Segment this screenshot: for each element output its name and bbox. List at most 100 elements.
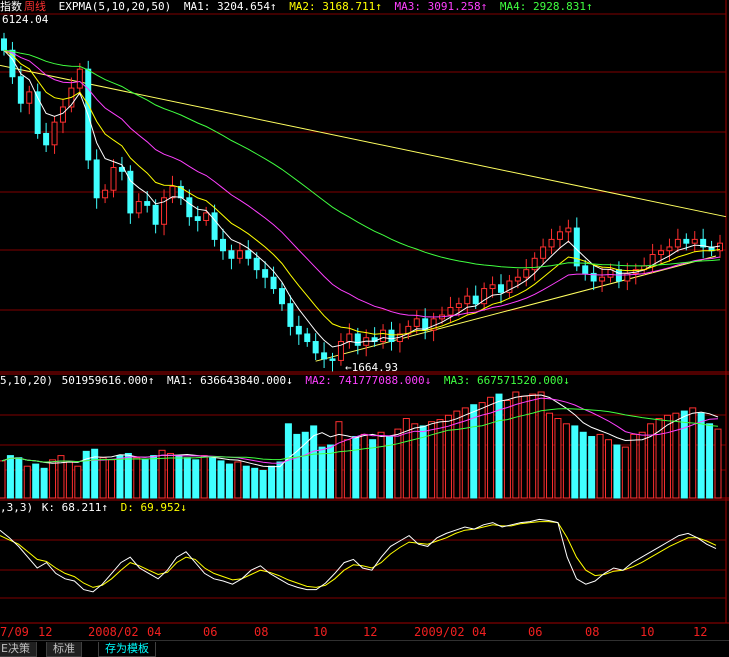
volume-bar bbox=[318, 446, 326, 499]
volume-bar bbox=[604, 439, 612, 499]
candle-body bbox=[388, 329, 395, 343]
candle-body bbox=[186, 197, 193, 218]
volume-bar bbox=[428, 421, 436, 499]
candle-body bbox=[413, 318, 420, 327]
x-tick-label: 08 bbox=[585, 625, 600, 639]
volume-bar bbox=[663, 414, 671, 499]
candle-body bbox=[1, 38, 7, 51]
x-tick-label: 06 bbox=[203, 625, 218, 639]
index-label: 指数 bbox=[0, 0, 22, 13]
template-tab-bar: E决策 标准 存为模板 bbox=[0, 640, 729, 657]
candle-body bbox=[497, 284, 504, 293]
candle-body bbox=[304, 333, 311, 343]
volume-bar bbox=[562, 423, 570, 499]
volume-bar bbox=[377, 431, 385, 499]
volume-bar bbox=[478, 402, 486, 499]
volume-bar bbox=[444, 414, 452, 499]
candle-body bbox=[666, 246, 673, 252]
volume-bar bbox=[680, 410, 688, 499]
candle-body bbox=[169, 185, 176, 199]
x-tick-label: 7/09 bbox=[0, 625, 29, 639]
volume-bar bbox=[529, 393, 537, 499]
candle-body bbox=[556, 231, 563, 240]
candle-body bbox=[354, 333, 361, 346]
volume-bar bbox=[175, 455, 183, 499]
volume-bar bbox=[579, 431, 587, 499]
candle-body bbox=[51, 121, 58, 146]
candle-body bbox=[312, 341, 319, 354]
volume-bar bbox=[436, 419, 444, 499]
candle-body bbox=[573, 227, 580, 267]
candle-body bbox=[236, 250, 243, 259]
x-tick-label: 04 bbox=[147, 625, 162, 639]
ma4-value: MA4: 2928.831↑ bbox=[499, 0, 593, 13]
x-tick-label: 08 bbox=[254, 625, 269, 639]
period-label: 周线 bbox=[24, 0, 46, 13]
candle-body bbox=[540, 246, 547, 259]
candle-body bbox=[582, 265, 589, 274]
kline-chart[interactable] bbox=[0, 0, 729, 640]
volume-bar bbox=[65, 461, 73, 499]
volume-bar bbox=[394, 428, 402, 499]
volume-bar bbox=[512, 391, 520, 499]
volume-bar bbox=[268, 465, 276, 499]
volume-bar bbox=[335, 421, 343, 499]
volume-bar bbox=[537, 391, 545, 499]
candle-body bbox=[26, 91, 33, 104]
candle-body bbox=[295, 325, 302, 335]
volume-bar bbox=[217, 460, 225, 499]
resistance-trendline bbox=[0, 64, 727, 218]
price-header: 指数 周线 EXPMA(5,10,20,50) MA1: 3204.654↑ MA… bbox=[0, 0, 599, 14]
low-marker-label: ←1664.93 bbox=[345, 361, 398, 374]
d-value: D: 69.952↓ bbox=[120, 501, 187, 514]
volume-bar bbox=[57, 455, 65, 499]
volume-bar bbox=[0, 460, 6, 499]
candle-body bbox=[489, 284, 496, 290]
x-tick-label: 10 bbox=[313, 625, 328, 639]
volume-bar bbox=[15, 457, 23, 499]
volume-bar bbox=[133, 457, 141, 499]
top-value-label: 6124.04 bbox=[2, 13, 49, 26]
x-tick-label: 2008/02 bbox=[88, 625, 139, 639]
tab-save-template[interactable]: 存为模板 bbox=[98, 642, 156, 657]
candle-body bbox=[472, 295, 479, 305]
volume-bar bbox=[40, 467, 48, 499]
volume-bar bbox=[352, 436, 360, 499]
volume-bar bbox=[141, 459, 149, 499]
volume-bar bbox=[520, 395, 528, 499]
volume-bar bbox=[192, 459, 200, 499]
volume-value: 501959616.000↑ bbox=[61, 374, 155, 387]
volume-bar bbox=[150, 455, 158, 499]
volume-bar bbox=[621, 446, 629, 499]
candle-body bbox=[59, 106, 66, 123]
volume-bar bbox=[714, 428, 722, 499]
tab-decision[interactable]: E决策 bbox=[0, 642, 37, 657]
candle-body bbox=[548, 238, 555, 248]
candle-body bbox=[76, 68, 83, 89]
candle-body bbox=[245, 250, 252, 259]
ma3-value: MA3: 3091.258↑ bbox=[394, 0, 488, 13]
volume-bar bbox=[234, 461, 242, 499]
vol-ma3-value: MA3: 667571520.000↓ bbox=[443, 374, 570, 387]
candle-body bbox=[278, 288, 285, 305]
ma2-value: MA2: 3168.711↑ bbox=[289, 0, 382, 13]
vol-ma1-value: MA1: 636643840.000↓ bbox=[166, 374, 293, 387]
volume-bar bbox=[49, 459, 57, 499]
candle-body bbox=[17, 76, 24, 104]
volume-bar bbox=[99, 457, 107, 499]
candle-body bbox=[270, 276, 277, 290]
candle-body bbox=[691, 238, 698, 244]
candle-body bbox=[102, 189, 109, 199]
tab-standard[interactable]: 标准 bbox=[46, 642, 82, 657]
volume-bar bbox=[108, 459, 116, 499]
indicator-label: EXPMA(5,10,20,50) bbox=[58, 0, 172, 13]
candle-body bbox=[93, 159, 100, 199]
x-tick-label: 2009/02 bbox=[414, 625, 465, 639]
candle-body bbox=[211, 212, 218, 240]
volume-bar bbox=[124, 452, 132, 499]
volume-bar bbox=[697, 412, 705, 499]
kdj-k-line bbox=[0, 518, 717, 593]
candle-body bbox=[253, 257, 260, 271]
low-value: 1664.93 bbox=[351, 361, 398, 374]
candle-body bbox=[523, 269, 530, 278]
